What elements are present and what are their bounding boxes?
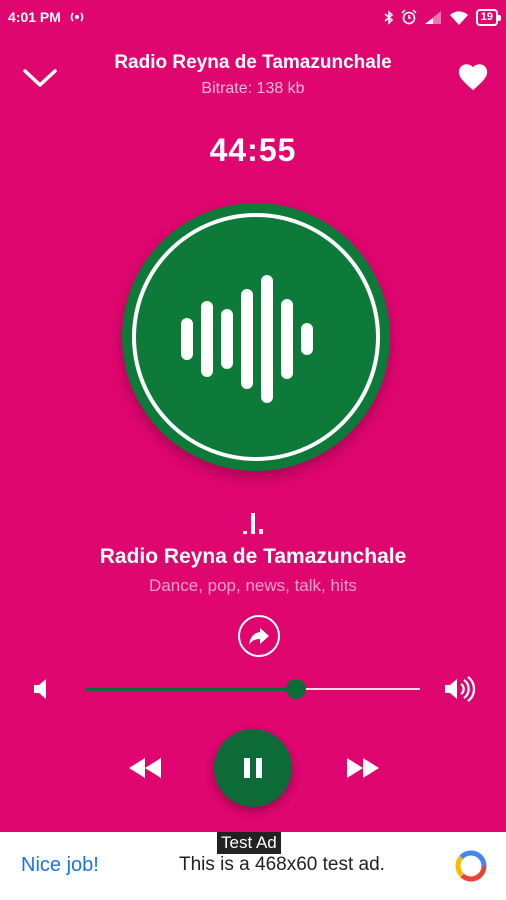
- broadcast-icon: [70, 12, 84, 22]
- ad-tag: Test Ad: [217, 832, 281, 854]
- ad-network-logo-icon: [455, 850, 487, 882]
- station-genres: Dance, pop, news, talk, hits: [149, 576, 357, 595]
- share-button[interactable]: [238, 615, 280, 657]
- bluetooth-icon: [384, 9, 393, 25]
- signal-icon: [424, 11, 441, 24]
- volume-thumb[interactable]: [286, 679, 307, 699]
- status-time: 4:01 PM: [8, 9, 61, 25]
- pause-button[interactable]: [214, 729, 292, 807]
- fast-forward-icon[interactable]: [344, 754, 382, 782]
- share-icon: [249, 628, 269, 645]
- volume-fill: [86, 688, 297, 691]
- sound-wave-icon: [181, 275, 313, 403]
- volume-high-icon[interactable]: [442, 676, 478, 702]
- wifi-icon: [449, 10, 468, 25]
- player-header: Radio Reyna de Tamazunchale Bitrate: 138…: [0, 50, 506, 110]
- elapsed-timer: 44:55: [209, 132, 297, 168]
- rewind-icon[interactable]: [126, 754, 164, 782]
- bitrate-label: Bitrate: 138 kb: [201, 80, 305, 97]
- volume-slider[interactable]: [86, 678, 420, 700]
- station-name: Radio Reyna de Tamazunchale: [99, 545, 407, 568]
- battery-icon: 19: [475, 8, 502, 26]
- header-title: Radio Reyna de Tamazunchale: [114, 52, 392, 73]
- heart-icon[interactable]: [456, 60, 490, 94]
- equalizer-icon: [243, 513, 263, 534]
- volume-low-icon[interactable]: [30, 676, 54, 702]
- ad-cta-link[interactable]: Nice job!: [21, 854, 99, 877]
- chevron-down-icon[interactable]: [22, 60, 58, 96]
- station-artwork: [122, 203, 390, 471]
- ad-text: This is a 468x60 test ad.: [179, 854, 385, 875]
- pause-icon: [244, 758, 262, 778]
- alarm-icon: [401, 9, 417, 25]
- ad-banner[interactable]: Test Ad Nice job! This is a 468x60 test …: [0, 832, 506, 900]
- status-bar: 4:01 PM 19: [0, 0, 506, 34]
